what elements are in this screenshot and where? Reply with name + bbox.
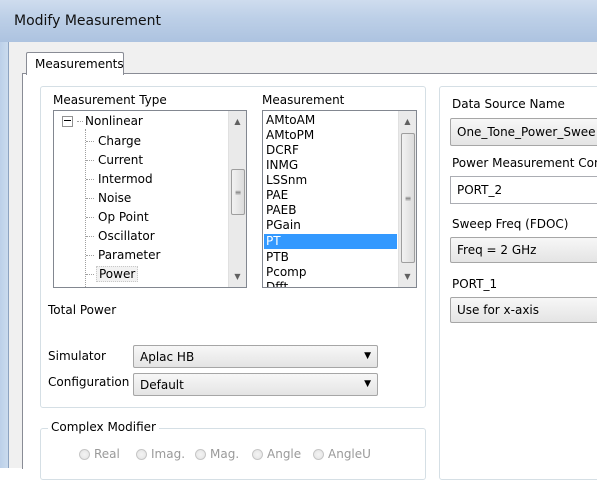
data-source-value: One_Tone_Power_Swee	[457, 125, 596, 139]
tab-label: Measurements	[35, 57, 124, 71]
list-item[interactable]: Pcomp	[266, 265, 306, 279]
configuration-label: Configuration	[48, 375, 130, 389]
scroll-up-icon[interactable]: ▲	[399, 113, 416, 130]
tree-item-current[interactable]: Current	[98, 153, 143, 167]
power-comp-field[interactable]: PORT_2	[450, 176, 597, 204]
measurement-header: Measurement	[262, 93, 345, 107]
window-frame	[0, 42, 9, 468]
radio-dot	[195, 448, 206, 460]
tree-item-op-point[interactable]: Op Point	[98, 210, 149, 224]
radio-label: Angle	[267, 447, 302, 461]
sweep-freq-select[interactable]: Freq = 2 GHz	[450, 237, 597, 263]
tree-item-noise[interactable]: Noise	[98, 191, 131, 205]
radio-dot	[252, 448, 263, 460]
scroll-thumb[interactable]: ≡	[231, 169, 245, 215]
list-item[interactable]: INMG	[266, 158, 298, 172]
sweep-freq-value: Freq = 2 GHz	[457, 243, 537, 257]
simulator-label: Simulator	[48, 349, 106, 363]
list-item[interactable]: AMtoPM	[266, 128, 314, 142]
tab-measurements[interactable]: Measurements	[26, 52, 124, 75]
list-item[interactable]: PAE	[266, 188, 288, 202]
power-comp-value: PORT_2	[457, 183, 503, 197]
chevron-down-icon: ▼	[364, 379, 371, 389]
data-source-select[interactable]: One_Tone_Power_Swee	[450, 118, 597, 146]
scroll-thumb[interactable]: ≡	[401, 133, 415, 263]
radio-dot	[136, 448, 147, 460]
list-item[interactable]: PAEB	[266, 203, 297, 217]
tree-item-power[interactable]: Power	[96, 266, 139, 282]
scroll-up-icon[interactable]: ▲	[229, 113, 246, 130]
configuration-select[interactable]: Default ▼	[133, 373, 378, 396]
radio-real[interactable]: Real	[79, 447, 120, 461]
radio-label: AngleU	[328, 447, 371, 461]
radio-imag[interactable]: Imag.	[136, 447, 185, 461]
radio-dot	[79, 448, 90, 460]
tree-item-oscillator[interactable]: Oscillator	[98, 229, 155, 243]
measurement-type-tree[interactable]: Nonlinear Charge Current Intermod Noise …	[53, 110, 247, 288]
scroll-down-icon[interactable]: ▼	[229, 268, 246, 285]
measurement-description: Total Power	[48, 303, 117, 317]
power-comp-label: Power Measurement Comp	[452, 156, 597, 170]
tree-item-intermod[interactable]: Intermod	[98, 172, 153, 186]
sweep-freq-label: Sweep Freq (FDOC)	[452, 217, 569, 231]
complex-modifier-label: Complex Modifier	[48, 420, 159, 434]
radio-angleu[interactable]: AngleU	[313, 447, 371, 461]
radio-dot	[313, 448, 324, 460]
list-item[interactable]: LSSnm	[266, 173, 307, 187]
measurement-list-scrollbar[interactable]: ▲ ≡ ▼	[398, 111, 416, 287]
simulator-value: Aplac HB	[140, 350, 195, 364]
port1-value: Use for x-axis	[457, 303, 540, 317]
simulator-select[interactable]: Aplac HB ▼	[133, 345, 378, 368]
tree-item-parameter[interactable]: Parameter	[98, 248, 160, 262]
chevron-down-icon: ▼	[364, 351, 371, 361]
radio-angle[interactable]: Angle	[252, 447, 301, 461]
list-item-label: PT	[266, 234, 281, 248]
radio-label: Imag.	[151, 447, 186, 461]
list-item-partial: Dfft	[266, 280, 289, 288]
data-source-label: Data Source Name	[452, 97, 565, 111]
radio-label: Real	[94, 447, 120, 461]
list-item[interactable]: AMtoAM	[266, 113, 315, 127]
port1-label: PORT_1	[452, 277, 498, 291]
list-item[interactable]: DCRF	[266, 143, 299, 157]
tree-item-charge[interactable]: Charge	[98, 134, 141, 148]
port1-select[interactable]: Use for x-axis	[450, 297, 597, 323]
scroll-down-icon[interactable]: ▼	[399, 268, 416, 285]
radio-label: Mag.	[210, 447, 240, 461]
list-item[interactable]: PTB	[266, 250, 289, 264]
measurement-type-scrollbar[interactable]: ▲ ≡ ▼	[228, 111, 246, 287]
measurement-list[interactable]: AMtoAM AMtoPM DCRF INMG LSSnm PAE PAEB P…	[262, 110, 417, 288]
list-item-selected[interactable]: PT	[264, 234, 397, 249]
window-title: Modify Measurement	[14, 13, 161, 29]
list-item[interactable]: PGain	[266, 218, 301, 232]
tree-item-nonlinear[interactable]: Nonlinear	[85, 114, 143, 128]
collapse-icon[interactable]	[62, 115, 73, 127]
configuration-value: Default	[140, 378, 184, 392]
radio-mag[interactable]: Mag.	[195, 447, 239, 461]
measurement-type-header: Measurement Type	[53, 93, 167, 107]
